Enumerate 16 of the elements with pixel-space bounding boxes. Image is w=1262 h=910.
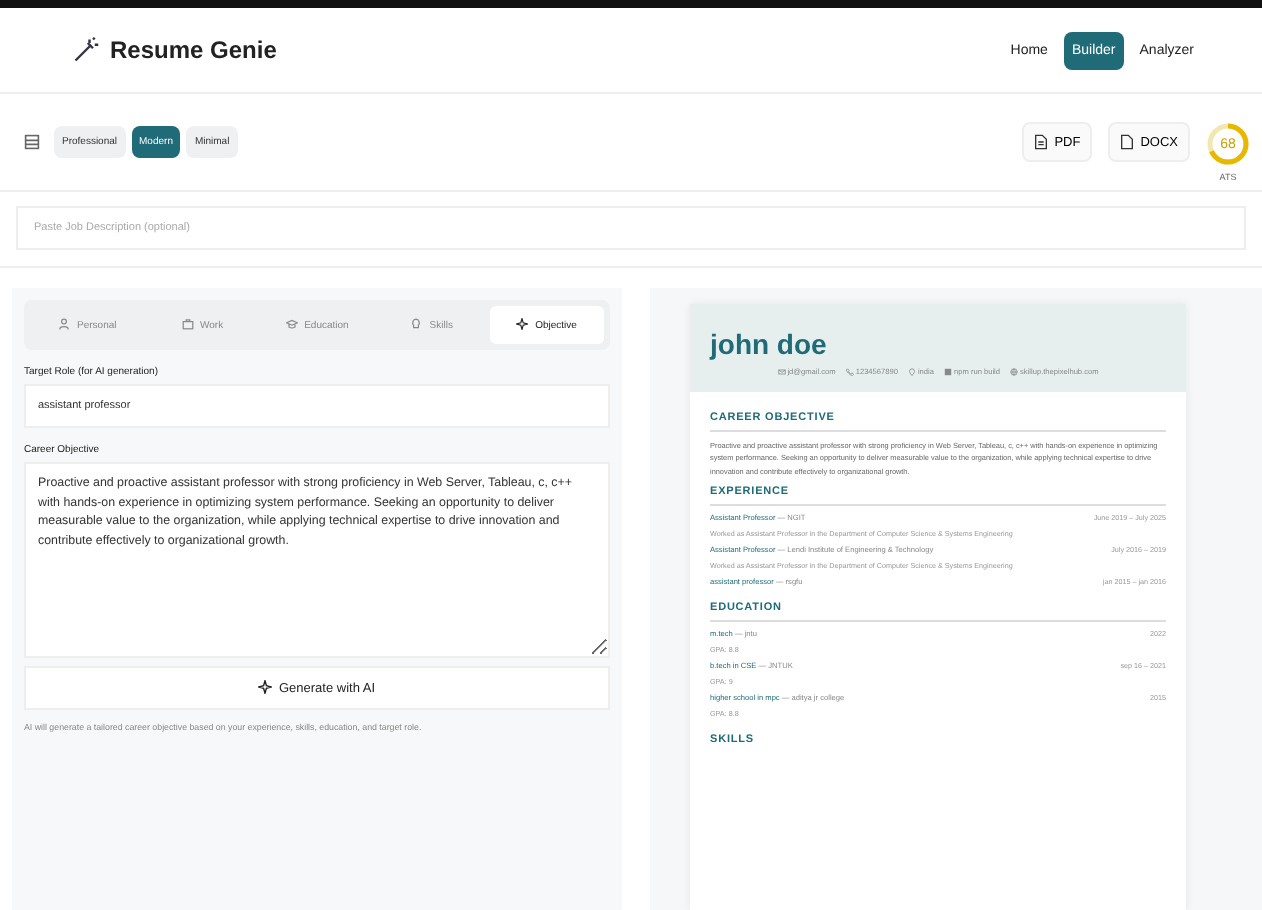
- document-icon: [1034, 134, 1049, 150]
- person-icon: [58, 318, 71, 330]
- sparkle-icon: [258, 680, 273, 694]
- lightbulb-icon: [410, 318, 423, 330]
- graduation-cap-icon: [285, 318, 298, 330]
- briefcase-icon: [181, 318, 194, 330]
- map-pin-icon: [907, 368, 916, 376]
- globe-icon: [1010, 368, 1019, 376]
- layout-icon: [24, 134, 40, 150]
- sparkle-icon: [516, 318, 529, 330]
- app-title: Resume Genie: [110, 36, 277, 64]
- magic-wand-icon: [72, 36, 100, 64]
- envelope-icon: [777, 368, 786, 376]
- phone-icon: [845, 368, 854, 376]
- resume-name: john doe: [710, 328, 829, 360]
- file-icon: [1120, 134, 1135, 150]
